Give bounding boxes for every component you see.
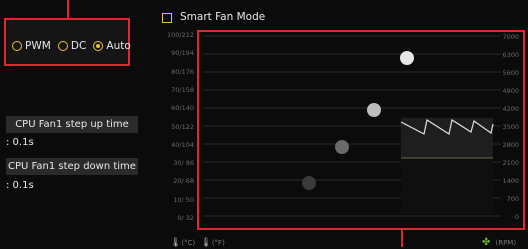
curve-point xyxy=(367,103,381,117)
fan-icon: ✤ xyxy=(482,237,491,248)
dc-label: DC xyxy=(70,40,87,52)
temp-unit-footer: 🌡(°C) 🌡(°F) xyxy=(170,230,225,249)
temp-tick: 40/104 xyxy=(171,141,194,149)
rpm-tick: 5600 xyxy=(502,69,519,77)
step-up-value[interactable]: : 0.1s xyxy=(6,137,34,148)
rpm-tick: 4200 xyxy=(502,105,519,113)
temp-tick: 80/176 xyxy=(171,68,194,76)
rpm-tick: 2100 xyxy=(502,159,519,167)
rpm-tick: 7000 xyxy=(502,33,519,41)
rpm-tick: 1400 xyxy=(502,177,519,185)
rpm-tick: 700 xyxy=(506,195,519,203)
temp-tick: 10/ 50 xyxy=(173,196,194,204)
step-down-label[interactable]: CPU Fan1 step down time xyxy=(6,158,138,175)
fan-mode-group: PWM DC Auto xyxy=(4,18,131,66)
rpm-label: (RPM) xyxy=(495,239,517,247)
rpm-tick: 0 xyxy=(514,213,519,221)
fan-curve-svg xyxy=(203,35,501,217)
curve-point xyxy=(302,176,316,190)
temp-tick: 70/158 xyxy=(171,86,194,94)
pwm-label: PWM xyxy=(25,40,51,52)
dc-radio[interactable]: DC xyxy=(57,40,87,52)
temp-tick: 30/ 86 xyxy=(173,159,194,167)
radio-icon xyxy=(12,41,22,51)
temp-tick: 20/ 68 xyxy=(173,177,194,185)
rpm-tick: 2800 xyxy=(502,141,519,149)
temp-tick: 90/194 xyxy=(171,49,194,57)
rpm-lower-area xyxy=(401,158,493,214)
temp-tick: 0/ 32 xyxy=(177,214,194,222)
fan-curve-chart[interactable]: 7000 6300 5600 4900 4200 3500 2800 2100 … xyxy=(197,30,525,230)
rpm-unit-footer: ✤ (RPM) xyxy=(482,230,516,249)
rpm-tick: 6300 xyxy=(502,51,519,59)
smart-fan-checkbox[interactable] xyxy=(162,13,172,23)
rpm-tick: 3500 xyxy=(502,123,519,131)
callout-line-bottom xyxy=(401,229,403,247)
temp-tick: 50/122 xyxy=(171,123,194,131)
celsius-label: (°C) xyxy=(181,239,196,247)
radio-selected-icon xyxy=(93,41,104,51)
step-up-label[interactable]: CPU Fan1 step up time xyxy=(6,116,138,133)
pwm-radio[interactable]: PWM xyxy=(12,40,51,52)
rpm-tick: 4900 xyxy=(502,87,519,95)
curve-point xyxy=(400,51,414,65)
smart-fan-mode-title: Smart Fan Mode xyxy=(180,11,266,23)
fahrenheit-label: (°F) xyxy=(211,239,225,247)
callout-line-top xyxy=(67,0,69,18)
curve-point xyxy=(335,140,349,154)
auto-radio[interactable]: Auto xyxy=(93,40,131,52)
auto-label: Auto xyxy=(106,40,131,52)
step-down-value[interactable]: : 0.1s xyxy=(6,180,34,191)
radio-icon xyxy=(57,41,68,51)
temp-tick: 60/140 xyxy=(171,104,194,112)
temp-tick: 100/212 xyxy=(166,31,194,39)
